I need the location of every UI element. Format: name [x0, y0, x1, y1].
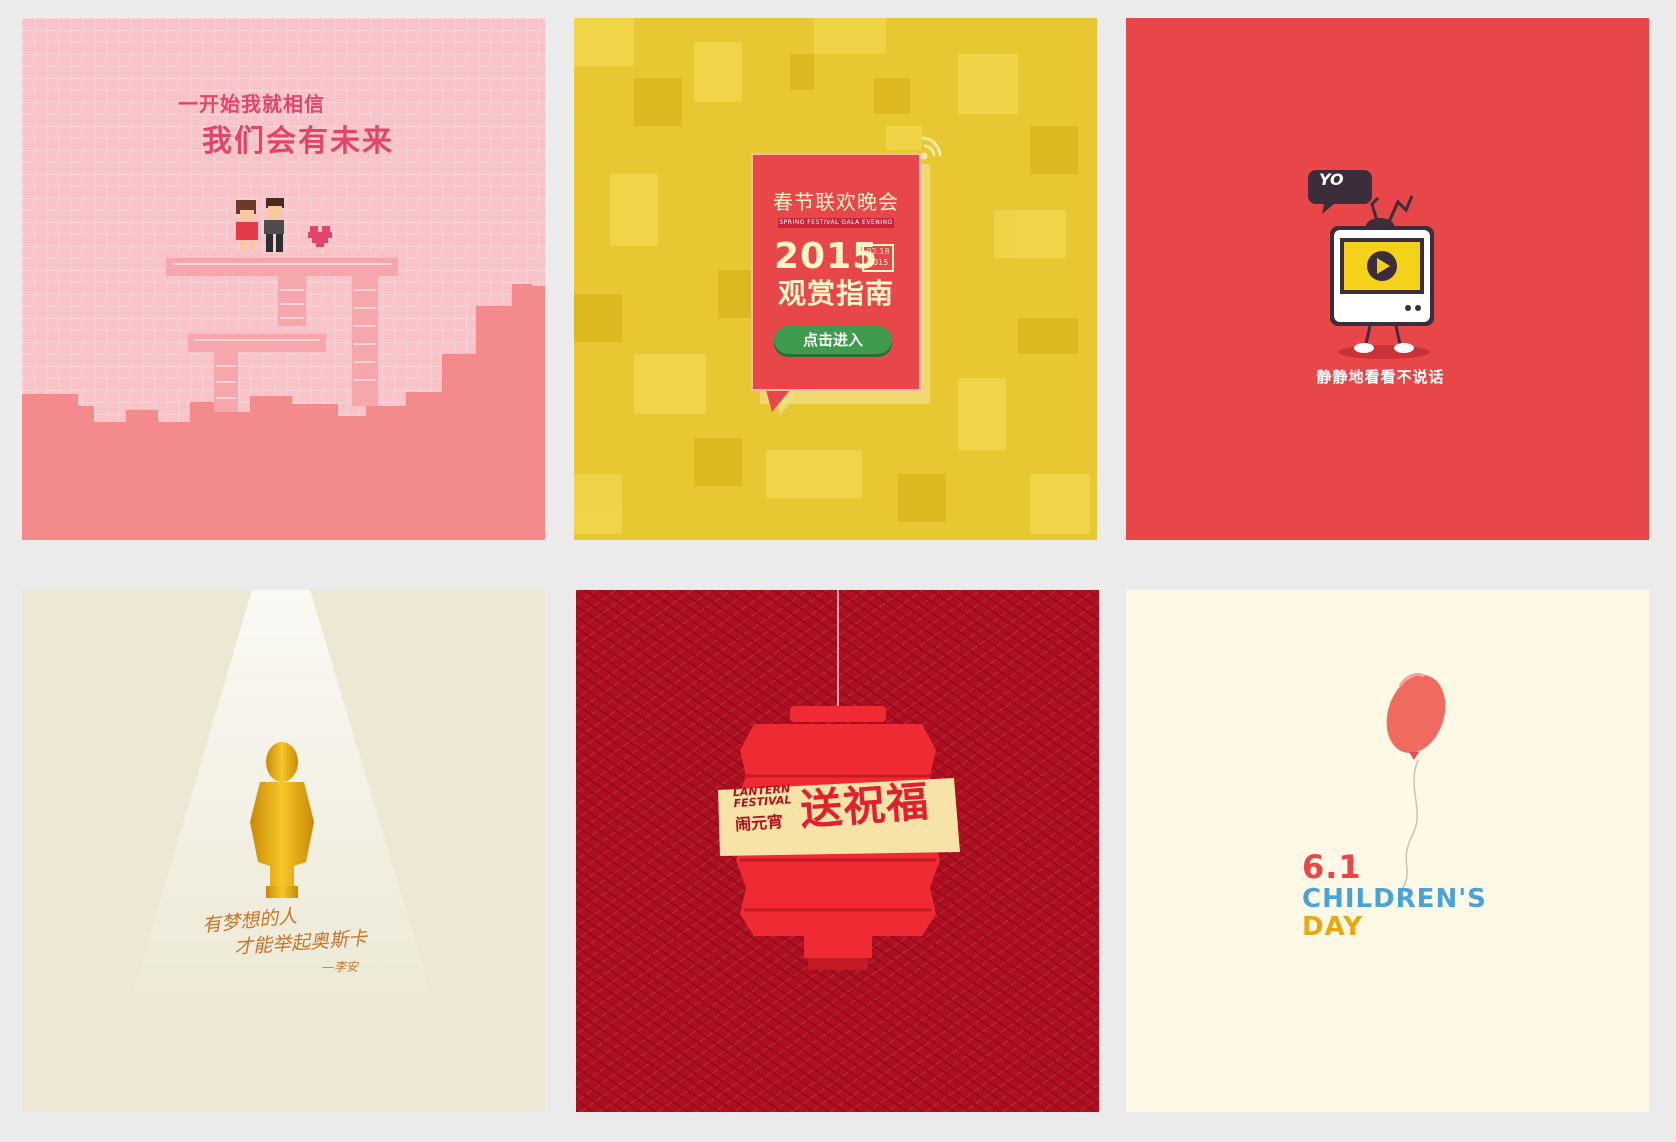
lantern-chinese-small: 闹元宵	[734, 811, 784, 835]
day-title: DAY	[1302, 912, 1363, 942]
poster-tile-childrens-day[interactable]: 6.1 CHILDREN'S DAY	[1126, 590, 1649, 1112]
lantern-illustration	[718, 590, 960, 970]
gala-guide: 观赏指南	[777, 277, 894, 310]
poster-tile-tv[interactable]: YO 静静地看看不说话	[1126, 18, 1649, 540]
poster-tile-oscar[interactable]: 有梦想的人 才能举起奥斯卡 —李安	[22, 590, 545, 1112]
balloon-icon	[1386, 672, 1446, 760]
date-number-text: 6.1	[1302, 848, 1362, 886]
pixel-tower	[166, 254, 398, 412]
oscar-quote-signature: —李安	[322, 960, 359, 974]
tv-caption: 静静地看看不说话	[1316, 368, 1445, 386]
gala-date-badge: 02.18 2015	[862, 244, 894, 272]
gala-title: 春节联欢晚会	[773, 190, 899, 214]
play-icon	[1367, 251, 1397, 281]
pixel-scene-illustration	[22, 198, 545, 540]
poster-tile-spring-gala[interactable]: 春节联欢晚会 SPRING FESTIVAL GALA EVENING 2015…	[574, 18, 1097, 540]
lantern-english: LANTERN FESTIVAL	[732, 782, 792, 811]
lantern-chinese-large: 送祝福	[798, 776, 931, 835]
balloon-illustration	[1386, 672, 1446, 893]
gala-ribbon: SPRING FESTIVAL GALA EVENING	[778, 218, 894, 228]
poster-tile-love[interactable]: 一开始我就相信 我们会有未来	[22, 18, 545, 540]
tv-character-illustration	[1308, 170, 1434, 359]
childrens-title: CHILDREN'S	[1302, 884, 1487, 914]
date-number: 6.1	[1302, 848, 1362, 886]
pixel-heart-icon	[308, 226, 332, 247]
yo-badge: YO	[1319, 170, 1344, 189]
poster-tile-lantern[interactable]: LANTERN FESTIVAL 闹元宵 送祝福	[576, 590, 1099, 1112]
signal-icon	[920, 136, 942, 160]
pixel-couple-icon	[236, 198, 284, 252]
day-title-text: DAY	[1302, 912, 1364, 942]
gala-card: 春节联欢晚会 SPRING FESTIVAL GALA EVENING 2015…	[752, 154, 920, 396]
childrens-title-text: CHILDREN'S	[1302, 884, 1487, 914]
oscar-illustration	[122, 590, 442, 1030]
tv-legs	[1338, 325, 1430, 359]
enter-button[interactable]: 点击进入	[774, 326, 892, 354]
